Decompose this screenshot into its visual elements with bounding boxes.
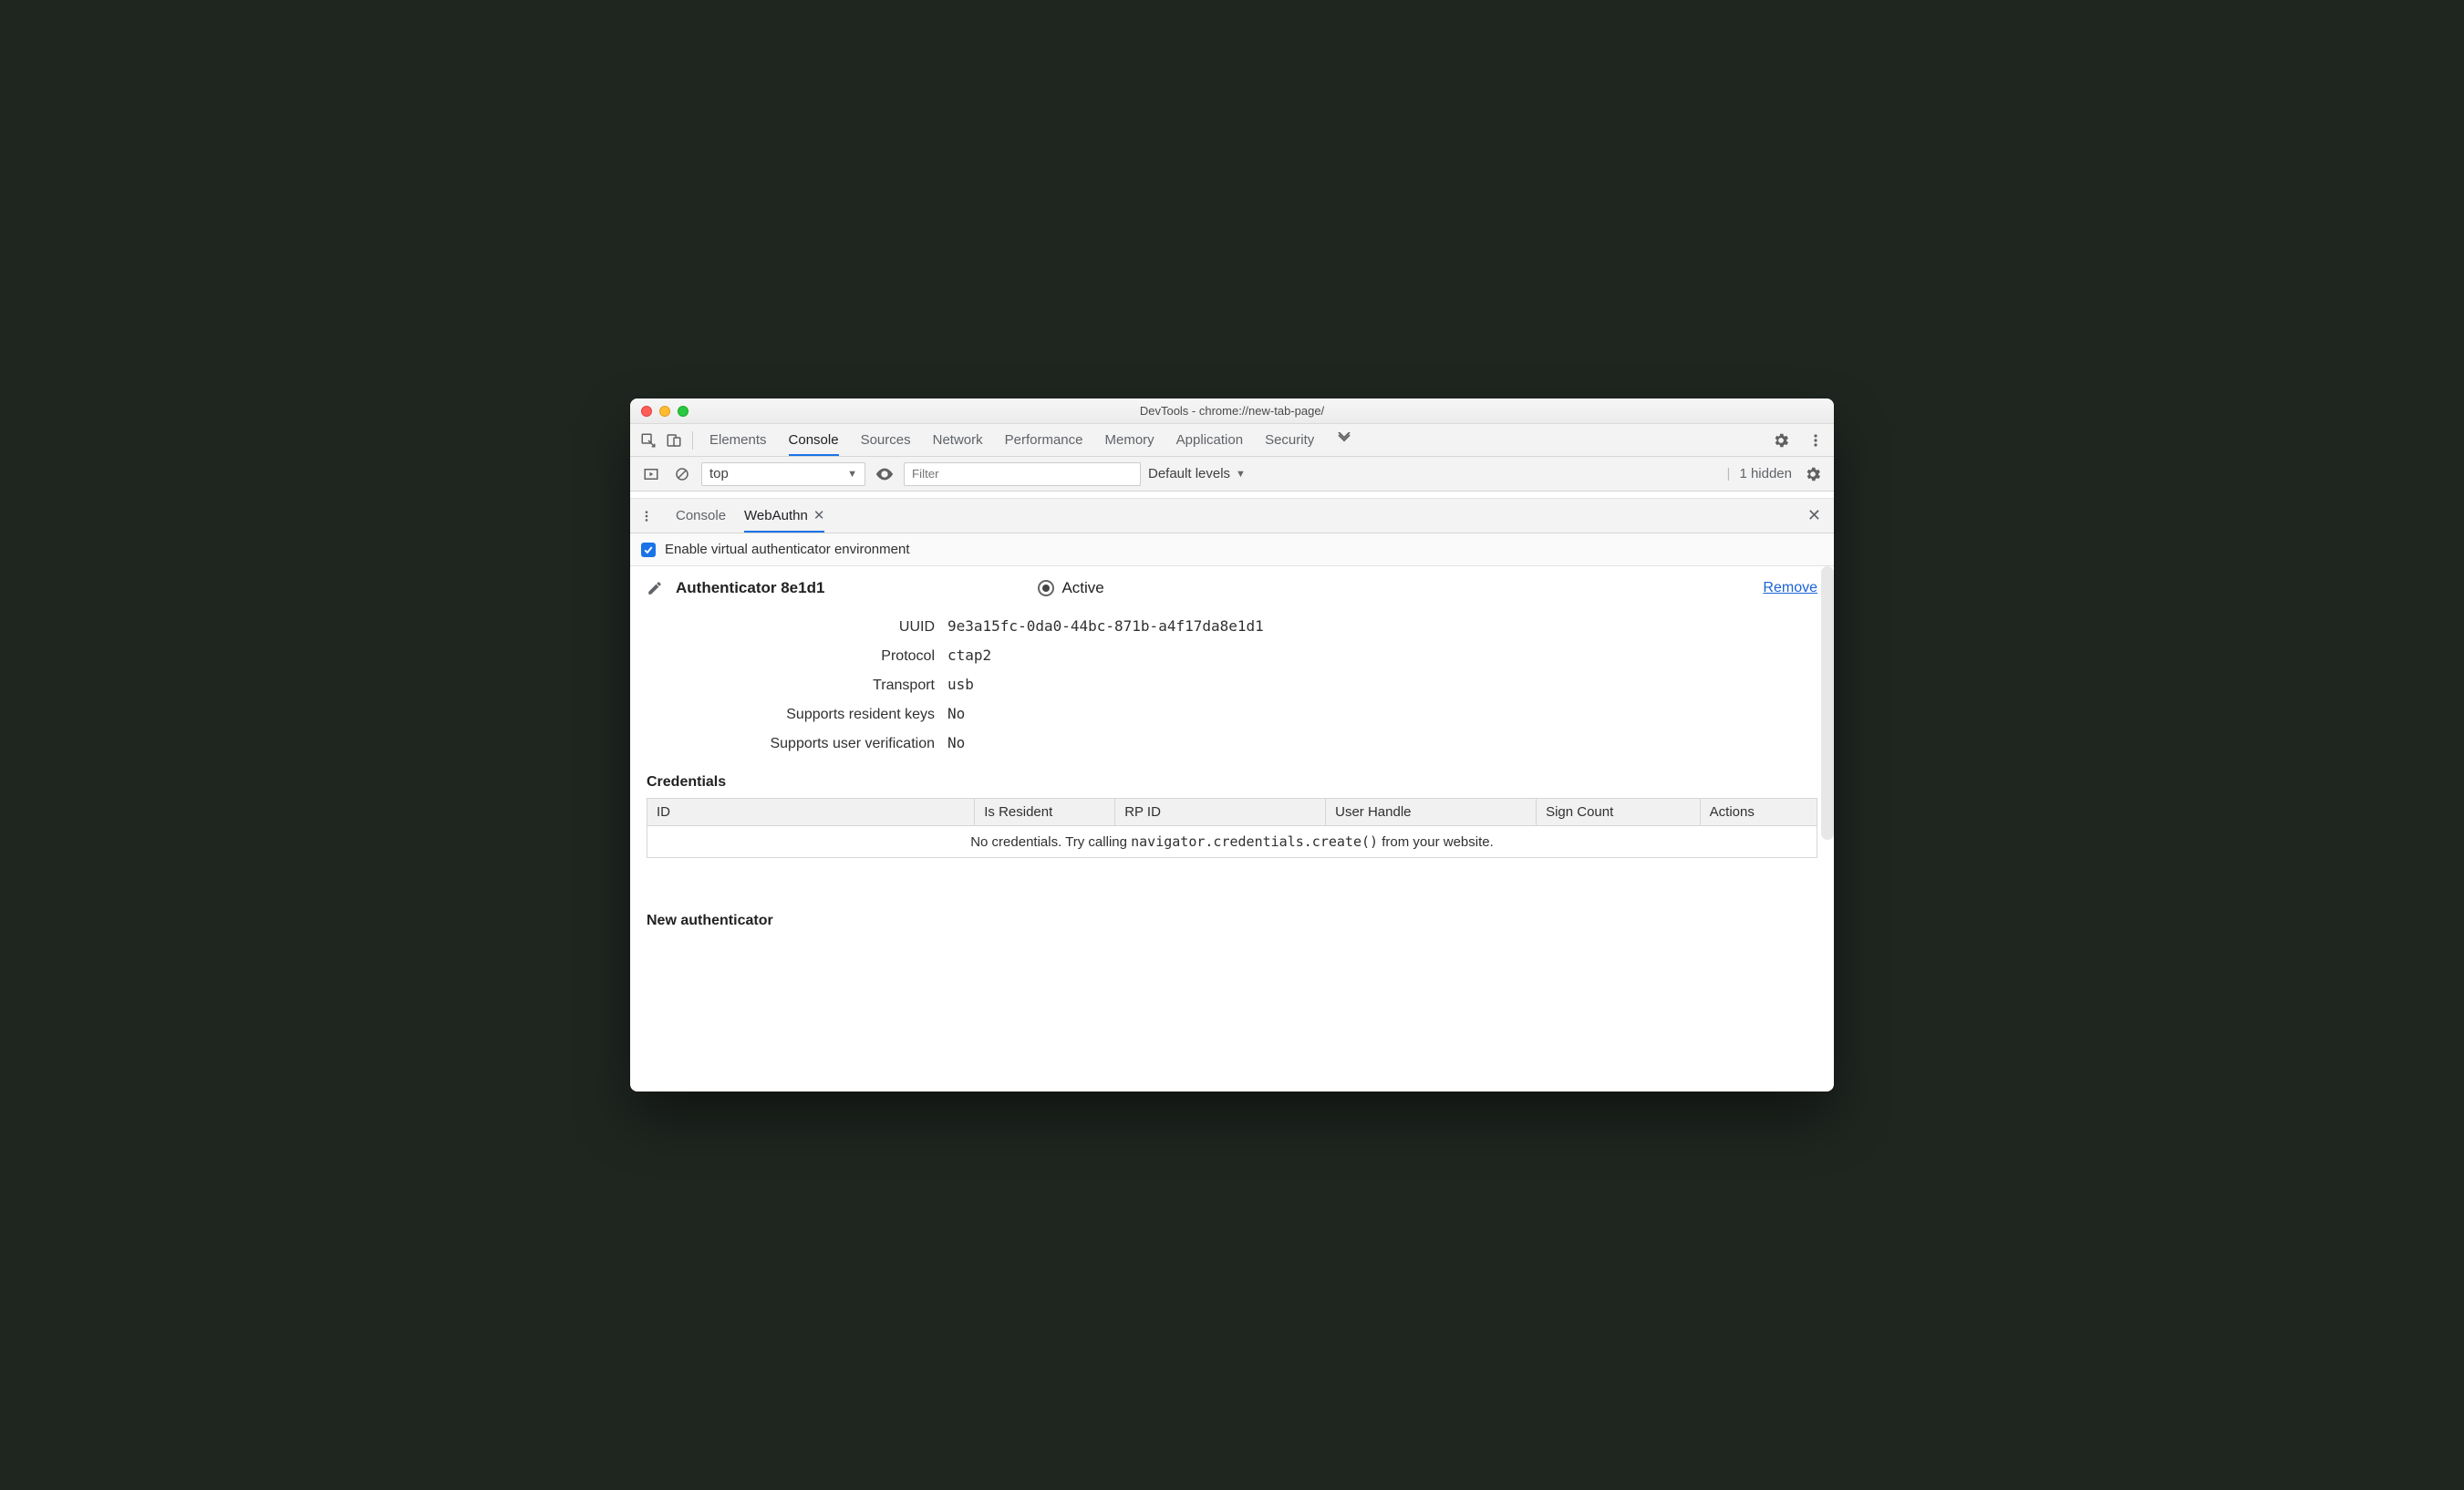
main-tabstrip: Elements Console Sources Network Perform… — [630, 424, 1834, 457]
drawer-kebab-menu-icon[interactable] — [636, 510, 657, 523]
chevron-down-icon: ▼ — [847, 469, 857, 480]
radio-icon — [1038, 580, 1054, 596]
protocol-value: ctap2 — [947, 647, 1817, 664]
th-actions[interactable]: Actions — [1700, 799, 1817, 826]
log-levels-select[interactable]: Default levels ▼ — [1148, 466, 1246, 481]
tab-application[interactable]: Application — [1176, 426, 1243, 455]
inspect-element-icon[interactable] — [636, 428, 661, 453]
authenticator-details: UUID 9e3a15fc-0da0-44bc-871b-a4f17da8e1d… — [674, 617, 1817, 752]
userver-value: No — [947, 734, 1817, 751]
tab-elements[interactable]: Elements — [709, 426, 767, 455]
filter-input[interactable] — [904, 462, 1141, 486]
close-tab-icon[interactable]: ✕ — [813, 508, 825, 523]
remove-authenticator-link[interactable]: Remove — [1763, 580, 1817, 596]
webauthn-panel: Authenticator 8e1d1 Active Remove UUID 9… — [630, 566, 1834, 1092]
transport-value: usb — [947, 676, 1817, 693]
active-radio[interactable]: Active — [1038, 579, 1103, 597]
authenticator-title: Authenticator 8e1d1 — [676, 579, 824, 597]
console-toolbar: top ▼ Default levels ▼ | 1 hidden — [630, 457, 1834, 491]
resident-value: No — [947, 705, 1817, 722]
window-traffic-lights — [630, 406, 688, 417]
tab-performance[interactable]: Performance — [1005, 426, 1083, 455]
transport-label: Transport — [873, 678, 935, 694]
tab-memory[interactable]: Memory — [1105, 426, 1154, 455]
authenticator-header: Authenticator 8e1d1 Active Remove — [647, 579, 1817, 597]
window-titlebar: DevTools - chrome://new-tab-page/ — [630, 398, 1834, 424]
th-rpid[interactable]: RP ID — [1115, 799, 1326, 826]
drawer-tab-webauthn[interactable]: WebAuthn✕ — [744, 500, 824, 533]
toggle-sidebar-icon[interactable] — [639, 462, 663, 486]
new-authenticator-heading: New authenticator — [647, 913, 1817, 929]
enable-label: Enable virtual authenticator environment — [665, 542, 910, 557]
credentials-empty-row: No credentials. Try calling navigator.cr… — [647, 826, 1817, 858]
scrollbar[interactable] — [1821, 566, 1834, 840]
uuid-value: 9e3a15fc-0da0-44bc-871b-a4f17da8e1d1 — [947, 617, 1817, 635]
divider — [692, 431, 693, 450]
close-window-button[interactable] — [641, 406, 652, 417]
context-value: top — [709, 466, 729, 481]
credentials-table: ID Is Resident RP ID User Handle Sign Co… — [647, 798, 1817, 858]
th-id[interactable]: ID — [647, 799, 975, 826]
th-resident[interactable]: Is Resident — [975, 799, 1115, 826]
levels-label: Default levels — [1148, 466, 1230, 481]
execution-context-select[interactable]: top ▼ — [701, 462, 865, 486]
edit-pencil-icon[interactable] — [647, 580, 663, 596]
th-userhandle[interactable]: User Handle — [1326, 799, 1537, 826]
credentials-heading: Credentials — [647, 774, 1817, 791]
minimize-window-button[interactable] — [659, 406, 670, 417]
spacer — [630, 491, 1834, 499]
console-settings-gear-icon[interactable] — [1801, 462, 1825, 486]
userver-label: Supports user verification — [770, 736, 935, 752]
close-drawer-icon[interactable]: ✕ — [1800, 506, 1828, 525]
resident-label: Supports resident keys — [786, 707, 935, 723]
window-title: DevTools - chrome://new-tab-page/ — [630, 404, 1834, 418]
th-signcount[interactable]: Sign Count — [1537, 799, 1701, 826]
enable-checkbox[interactable] — [641, 543, 656, 557]
drawer-tabstrip: Console WebAuthn✕ ✕ — [630, 499, 1834, 533]
protocol-label: Protocol — [881, 648, 935, 665]
clear-console-icon[interactable] — [670, 462, 694, 486]
settings-gear-icon[interactable] — [1768, 428, 1794, 453]
hidden-messages-count[interactable]: | 1 hidden — [1727, 462, 1825, 486]
tab-security[interactable]: Security — [1265, 426, 1314, 455]
active-label: Active — [1061, 579, 1103, 597]
drawer-tab-console[interactable]: Console — [676, 501, 726, 531]
tab-console[interactable]: Console — [789, 426, 839, 456]
tab-more-icon[interactable] — [1336, 426, 1352, 455]
toggle-device-toolbar-icon[interactable] — [661, 428, 687, 453]
main-tabs: Elements Console Sources Network Perform… — [709, 426, 1352, 455]
tab-network[interactable]: Network — [933, 426, 983, 455]
live-expression-eye-icon[interactable] — [873, 462, 896, 486]
enable-virtual-authenticator-row: Enable virtual authenticator environment — [630, 533, 1834, 566]
chevron-down-icon: ▼ — [1236, 469, 1246, 480]
tab-sources[interactable]: Sources — [861, 426, 911, 455]
devtools-window: DevTools - chrome://new-tab-page/ Elemen… — [630, 398, 1834, 1092]
zoom-window-button[interactable] — [678, 406, 688, 417]
kebab-menu-icon[interactable] — [1803, 428, 1828, 453]
uuid-label: UUID — [899, 619, 935, 636]
